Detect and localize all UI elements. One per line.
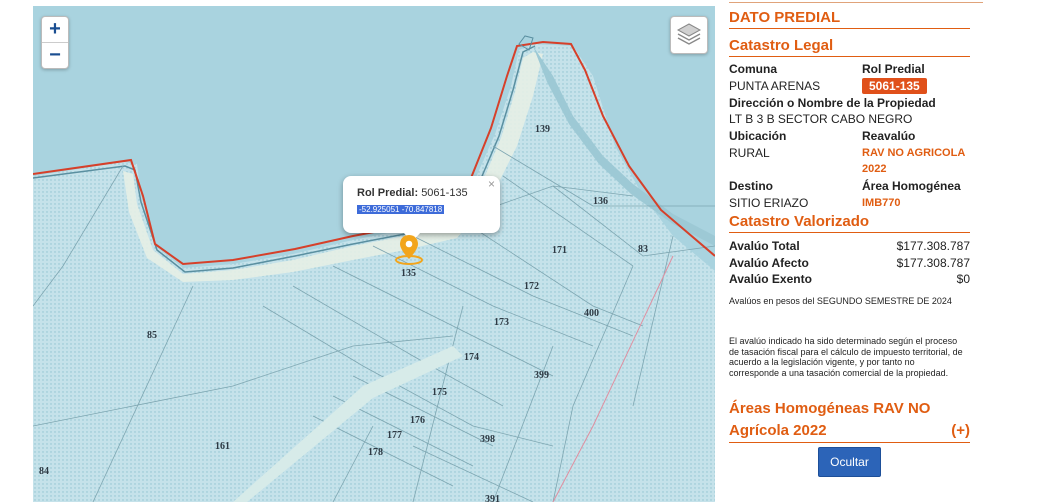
lot-label: 176 (410, 415, 425, 426)
ubicacion-value: RURAL (729, 146, 770, 160)
popup-coords[interactable]: -52.925051 -70.847818 (357, 205, 445, 214)
land-area (33, 44, 715, 502)
lot-label: 85 (147, 330, 157, 341)
layers-button[interactable] (670, 16, 708, 54)
direccion-value: LT B 3 B SECTOR CABO NEGRO (729, 112, 913, 126)
popup-label: Rol Predial: (357, 187, 419, 199)
map-popup: × Rol Predial: 5061-135 -52.925051 -70.8… (343, 176, 500, 242)
lot-label: 161 (215, 441, 230, 452)
panel-title: DATO PREDIAL (729, 9, 970, 29)
avaluo-exento-label: Avalúo Exento (729, 272, 812, 286)
avaluo-total-value: $177.308.787 (896, 239, 970, 253)
valorizado-heading: Catastro Valorizado (729, 213, 970, 233)
rol-label: Rol Predial (862, 62, 925, 76)
reavaluo-value-1: RAV NO AGRICOLA (862, 147, 966, 159)
map-svg (33, 35, 715, 502)
avaluo-exento-value: $0 (956, 272, 970, 286)
avaluo-afecto-value: $177.308.787 (896, 256, 970, 270)
avaluo-total-row: Avalúo Total $177.308.787 (729, 239, 970, 253)
ubicacion-label: Ubicación (729, 129, 787, 143)
popup-close-icon[interactable]: × (488, 177, 495, 191)
panel-top-divider (729, 2, 983, 3)
zoom-out-button[interactable]: − (42, 42, 68, 68)
areas-heading-line-2: Agrícola 2022 (729, 422, 827, 439)
lot-label: 83 (638, 244, 648, 255)
lot-label: 84 (39, 466, 49, 477)
destino-value: SITIO ERIAZO (729, 196, 809, 210)
avaluo-period-note: Avalúos en pesos del SEGUNDO SEMESTRE DE… (729, 296, 952, 306)
comuna-value: PUNTA ARENAS (729, 79, 821, 93)
avaluo-exento-row: Avalúo Exento $0 (729, 272, 970, 286)
avaluo-total-label: Avalúo Total (729, 239, 800, 253)
popup-title: Rol Predial: 5061-135 (357, 187, 493, 199)
zoom-control: + − (41, 16, 69, 69)
areas-homogeneas-toggle[interactable]: Áreas Homogéneas RAV NO Agrícola 2022 (+… (729, 398, 970, 443)
lot-label: 172 (524, 281, 539, 292)
lot-label: 171 (552, 245, 567, 256)
lot-label: 135 (401, 268, 416, 279)
direccion-label: Dirección o Nombre de la Propiedad (729, 96, 936, 110)
reavaluo-label: Reavalúo (862, 129, 916, 143)
map-canvas[interactable]: + − × Rol Predial: 5061-135 -52.925051 -… (33, 6, 715, 502)
comuna-label: Comuna (729, 62, 777, 76)
areas-heading-line-1: Áreas Homogéneas RAV NO (729, 400, 931, 417)
lot-label: 177 (387, 430, 402, 441)
area-homogenea-value: IMB770 (862, 197, 901, 209)
avaluo-afecto-row: Avalúo Afecto $177.308.787 (729, 256, 970, 270)
destino-label: Destino (729, 179, 774, 193)
avaluo-afecto-label: Avalúo Afecto (729, 256, 809, 270)
expand-icon[interactable]: (+) (951, 420, 970, 442)
property-panel: DATO PREDIAL Catastro Legal Comuna Rol P… (729, 0, 983, 502)
rol-badge: 5061-135 (862, 78, 927, 94)
zoom-in-button[interactable]: + (42, 17, 68, 42)
lot-label: 174 (464, 352, 479, 363)
lot-label: 139 (535, 124, 550, 135)
hide-button[interactable]: Ocultar (818, 447, 881, 477)
lot-label: 399 (534, 370, 549, 381)
lot-label: 391 (485, 494, 500, 502)
popup-value: 5061-135 (421, 187, 468, 199)
lot-label: 136 (593, 196, 608, 207)
legal-heading: Catastro Legal (729, 37, 970, 57)
area-homogenea-label: Área Homogénea (862, 179, 961, 193)
reavaluo-value-2: 2022 (862, 163, 887, 175)
lot-label: 175 (432, 387, 447, 398)
lot-label: 178 (368, 447, 383, 458)
lot-label: 173 (494, 317, 509, 328)
avaluo-disclaimer: El avalúo indicado ha sido determinado s… (729, 336, 963, 378)
layers-icon (676, 23, 702, 45)
lot-label: 400 (584, 308, 599, 319)
lot-label: 398 (480, 434, 495, 445)
